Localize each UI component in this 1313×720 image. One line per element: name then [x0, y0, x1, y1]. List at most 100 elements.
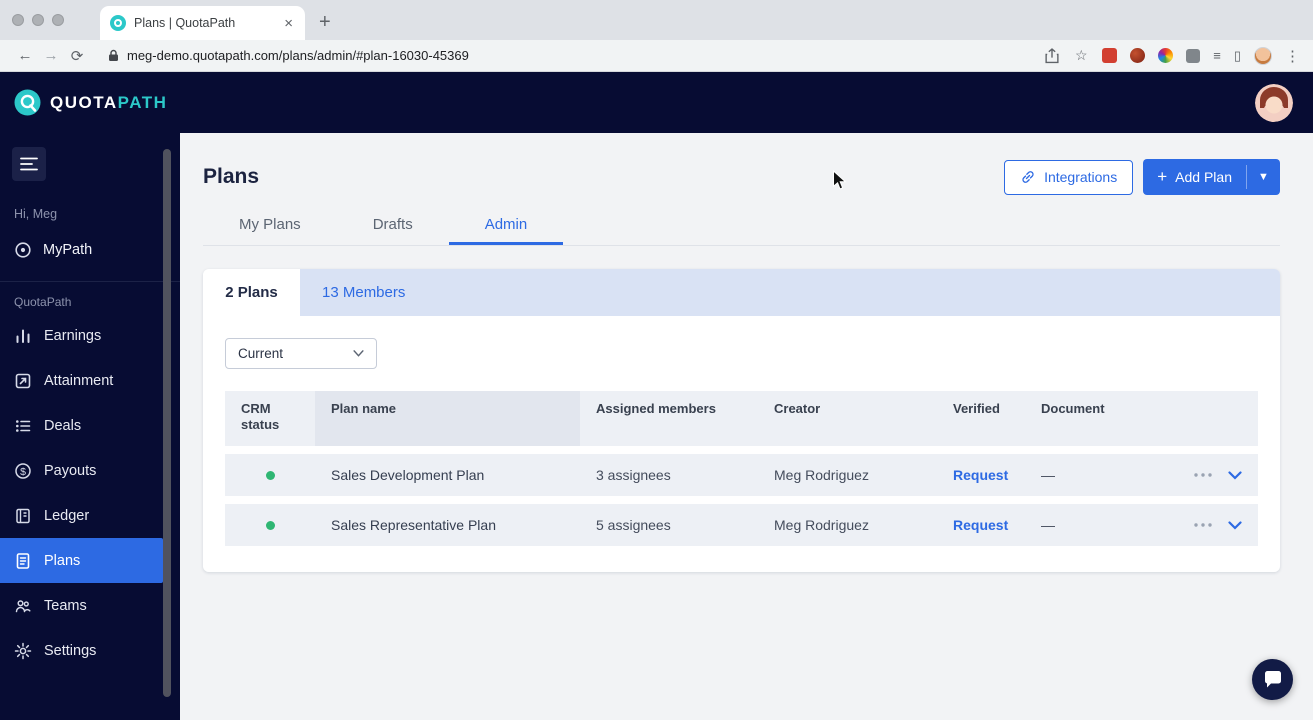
teams-icon	[15, 599, 31, 612]
quotapath-logo-icon	[14, 89, 41, 116]
sidebar-item-settings[interactable]: Settings	[0, 628, 163, 673]
tab-admin[interactable]: Admin	[448, 205, 564, 245]
col-header-plan-name[interactable]: Plan name	[315, 391, 580, 446]
link-icon	[1022, 171, 1034, 183]
table-row[interactable]: Sales Representative Plan 5 assignees Me…	[225, 504, 1258, 546]
add-plan-button[interactable]: + Add Plan	[1143, 159, 1246, 195]
plus-icon: +	[1157, 167, 1168, 186]
card-body: Current CRM status Plan name Assigned me…	[203, 316, 1280, 572]
card-tabs: 2 Plans 13 Members	[203, 269, 1280, 316]
window-minimize-button[interactable]	[32, 14, 44, 26]
status-dot-green	[265, 520, 275, 530]
browser-tabstrip: Plans | QuotaPath × +	[0, 0, 1313, 40]
plans-icon	[16, 552, 30, 569]
sidebar-item-label: MyPath	[43, 242, 93, 258]
back-button[interactable]: ←	[12, 47, 38, 64]
tab-title: Plans | QuotaPath	[134, 16, 236, 30]
col-header-crm-status[interactable]: CRM status	[225, 391, 315, 446]
sidebar-item-label: Teams	[44, 597, 87, 614]
extension-ublock-icon[interactable]	[1130, 48, 1146, 63]
user-avatar[interactable]	[1255, 83, 1293, 122]
row-expand-chevron-icon[interactable]	[1228, 520, 1242, 530]
add-plan-dropdown-button[interactable]: ▼	[1247, 159, 1280, 195]
verified-request-link[interactable]: Request	[937, 517, 1025, 533]
creator-cell: Meg Rodriguez	[774, 517, 869, 533]
filter-value: Current	[238, 346, 284, 361]
sidebar-item-plans[interactable]: Plans	[0, 538, 163, 583]
row-menu-icon[interactable]	[1194, 473, 1212, 477]
lock-icon	[109, 49, 118, 61]
verified-request-link[interactable]: Request	[937, 467, 1025, 483]
sidebar-item-label: Plans	[44, 552, 81, 569]
assigned-members-cell: 5 assignees	[596, 517, 671, 533]
mypath-icon	[15, 242, 31, 258]
window-controls	[0, 0, 74, 40]
earnings-icon	[16, 329, 30, 343]
window-close-button[interactable]	[12, 14, 24, 26]
sidebar-item-earnings[interactable]: Earnings	[0, 313, 163, 358]
col-header-assigned-members[interactable]: Assigned members	[580, 391, 758, 446]
side-panel-icon[interactable]: ▯	[1234, 48, 1241, 64]
sidebar-item-attainment[interactable]: Attainment	[0, 358, 163, 403]
sidebar-item-mypath[interactable]: MyPath	[0, 231, 180, 269]
sidebar-item-ledger[interactable]: Ledger	[0, 493, 163, 538]
row-menu-icon[interactable]	[1194, 523, 1212, 527]
col-header-creator[interactable]: Creator	[758, 391, 937, 446]
mouse-cursor	[833, 170, 847, 190]
status-dot-green	[265, 470, 275, 480]
tab-close-icon[interactable]: ×	[282, 15, 295, 32]
quotapath-favicon	[110, 15, 126, 31]
row-actions	[1150, 520, 1258, 530]
share-icon[interactable]	[1044, 47, 1060, 64]
chat-bubble-icon	[1264, 671, 1281, 688]
bookmark-star-icon[interactable]: ☆	[1073, 47, 1089, 64]
sidebar-scrollbar-thumb[interactable]	[163, 149, 171, 697]
app-header: QUOTAPATH	[0, 72, 1313, 133]
integrations-button[interactable]: Integrations	[1004, 159, 1134, 195]
hamburger-icon	[20, 157, 38, 171]
assigned-members-cell: 3 assignees	[596, 467, 671, 483]
plans-table: CRM status Plan name Assigned members Cr…	[225, 391, 1258, 546]
attainment-icon	[15, 373, 31, 388]
document-cell: —	[1041, 517, 1055, 533]
extension-adblock-icon[interactable]	[1102, 48, 1118, 63]
add-plan-split-button: + Add Plan ▼	[1143, 159, 1280, 195]
col-header-actions	[1150, 391, 1258, 446]
sidebar-item-deals[interactable]: Deals	[0, 403, 163, 448]
browser-toolbar-right: ☆ ≡ ▯ ⋮	[1044, 46, 1301, 65]
tab-drafts[interactable]: Drafts	[337, 205, 449, 245]
sidebar-item-teams[interactable]: Teams	[0, 583, 163, 628]
browser-tab[interactable]: Plans | QuotaPath ×	[100, 6, 305, 40]
card-tab-plans[interactable]: 2 Plans	[203, 269, 300, 316]
crm-status-cell	[225, 520, 315, 530]
sidebar-collapse-button[interactable]	[12, 147, 46, 181]
table-row[interactable]: Sales Development Plan 3 assignees Meg R…	[225, 454, 1258, 496]
sidebar-item-label: Settings	[44, 642, 97, 659]
reading-list-icon[interactable]: ≡	[1213, 48, 1221, 63]
browser-menu-icon[interactable]: ⋮	[1285, 47, 1301, 65]
card-tab-members-strip: 13 Members	[300, 269, 1280, 316]
chat-widget-button[interactable]	[1252, 659, 1293, 700]
add-plan-label: Add Plan	[1175, 169, 1232, 185]
plan-status-filter[interactable]: Current	[225, 338, 377, 369]
crm-status-cell	[225, 470, 315, 480]
omnibox[interactable]: meg-demo.quotapath.com/plans/admin/#plan…	[108, 48, 1044, 63]
row-expand-chevron-icon[interactable]	[1228, 470, 1242, 480]
card-tab-members[interactable]: 13 Members	[322, 284, 405, 301]
sidebar: Hi, Meg MyPath QuotaPath Earnings Attain…	[0, 133, 180, 720]
deals-icon	[16, 419, 31, 432]
browser-profile-avatar[interactable]	[1254, 46, 1272, 65]
col-header-document[interactable]: Document	[1025, 391, 1150, 446]
svg-text:$: $	[20, 466, 26, 478]
forward-button[interactable]: →	[38, 47, 64, 64]
sidebar-greeting: Hi, Meg	[14, 207, 58, 221]
sidebar-section-label: QuotaPath	[14, 295, 72, 309]
col-header-verified[interactable]: Verified	[937, 391, 1025, 446]
reload-button[interactable]: ⟳	[64, 47, 90, 65]
extensions-puzzle-icon[interactable]	[1186, 48, 1201, 63]
tab-my-plans[interactable]: My Plans	[203, 205, 337, 245]
sidebar-item-payouts[interactable]: $ Payouts	[0, 448, 163, 493]
new-tab-button[interactable]: +	[319, 11, 331, 40]
window-maximize-button[interactable]	[52, 14, 64, 26]
extension-colorful-icon[interactable]	[1158, 48, 1174, 63]
